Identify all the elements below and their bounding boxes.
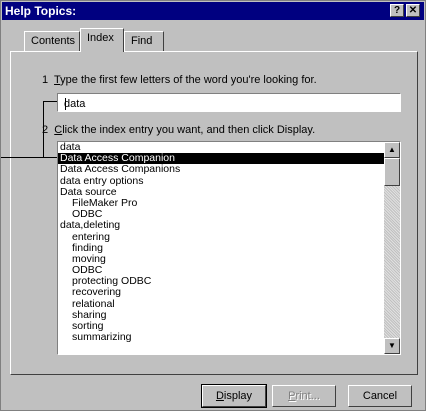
search-input[interactable]: data <box>57 93 401 112</box>
index-list-item[interactable]: finding <box>58 242 385 254</box>
display-button[interactable]: Display <box>201 384 267 408</box>
scrollbar-thumb[interactable] <box>384 158 400 186</box>
tab-index-label: Index <box>87 32 114 44</box>
text-caret <box>65 98 66 110</box>
index-list-item[interactable]: sharing <box>58 309 385 321</box>
title-bar[interactable]: Help Topics: ? ✕ <box>2 2 424 20</box>
index-list-item[interactable]: FileMaker Pro <box>58 197 385 209</box>
search-input-value: data <box>64 98 86 110</box>
index-list-item[interactable]: recovering <box>58 287 385 298</box>
step-1-number: 1 <box>42 74 49 86</box>
window-title: Help Topics: <box>5 4 77 18</box>
display-accel: D <box>215 390 224 402</box>
step-2-accel: C <box>54 124 63 136</box>
index-list-item[interactable]: relational <box>58 298 385 310</box>
callout-line-horizontal-top <box>43 101 57 102</box>
help-topics-dialog: Help Topics: ? ✕ Contents Index Find 1 T… <box>0 0 426 411</box>
tab-find-label: Find <box>131 35 153 47</box>
callout-line-horizontal-bottom <box>1 157 57 158</box>
tab-find[interactable]: Find <box>124 31 164 51</box>
index-list-item[interactable]: summarizing <box>58 332 385 343</box>
scroll-down-arrow-icon[interactable]: ▼ <box>384 338 400 354</box>
print-label: rint... <box>295 390 320 402</box>
tab-contents[interactable]: Contents <box>24 31 80 51</box>
scroll-up-arrow-icon[interactable]: ▲ <box>384 142 400 158</box>
step-1-instruction: 1 Type the first few letters of the word… <box>42 74 317 86</box>
callout-line-vertical <box>43 101 44 158</box>
cancel-button[interactable]: Cancel <box>348 385 412 407</box>
print-button[interactable]: Print... <box>272 385 336 407</box>
tab-contents-label: Contents <box>31 35 76 47</box>
vertical-scrollbar[interactable]: ▲ ▼ <box>384 142 400 354</box>
close-button[interactable]: ✕ <box>406 4 420 17</box>
index-list: data Data Access Companion Data Access Com… <box>58 142 385 343</box>
help-button[interactable]: ? <box>390 4 404 17</box>
index-listbox[interactable]: data Data Access Companion Data Access Com… <box>57 141 401 355</box>
index-list-item[interactable]: Data Access Companions <box>58 164 385 175</box>
step-2-text: lick the index entry you want, and then … <box>62 124 316 136</box>
index-list-item[interactable]: moving <box>58 253 385 265</box>
display-label: isplay <box>223 390 253 402</box>
step-2-instruction: 2 Click the index entry you want, and th… <box>42 124 315 136</box>
step-1-text: ype the first few letters of the word yo… <box>60 74 317 86</box>
index-list-item[interactable]: entering <box>58 231 385 243</box>
tab-index[interactable]: Index <box>80 28 124 52</box>
index-list-item[interactable]: data,deleting <box>58 220 385 231</box>
